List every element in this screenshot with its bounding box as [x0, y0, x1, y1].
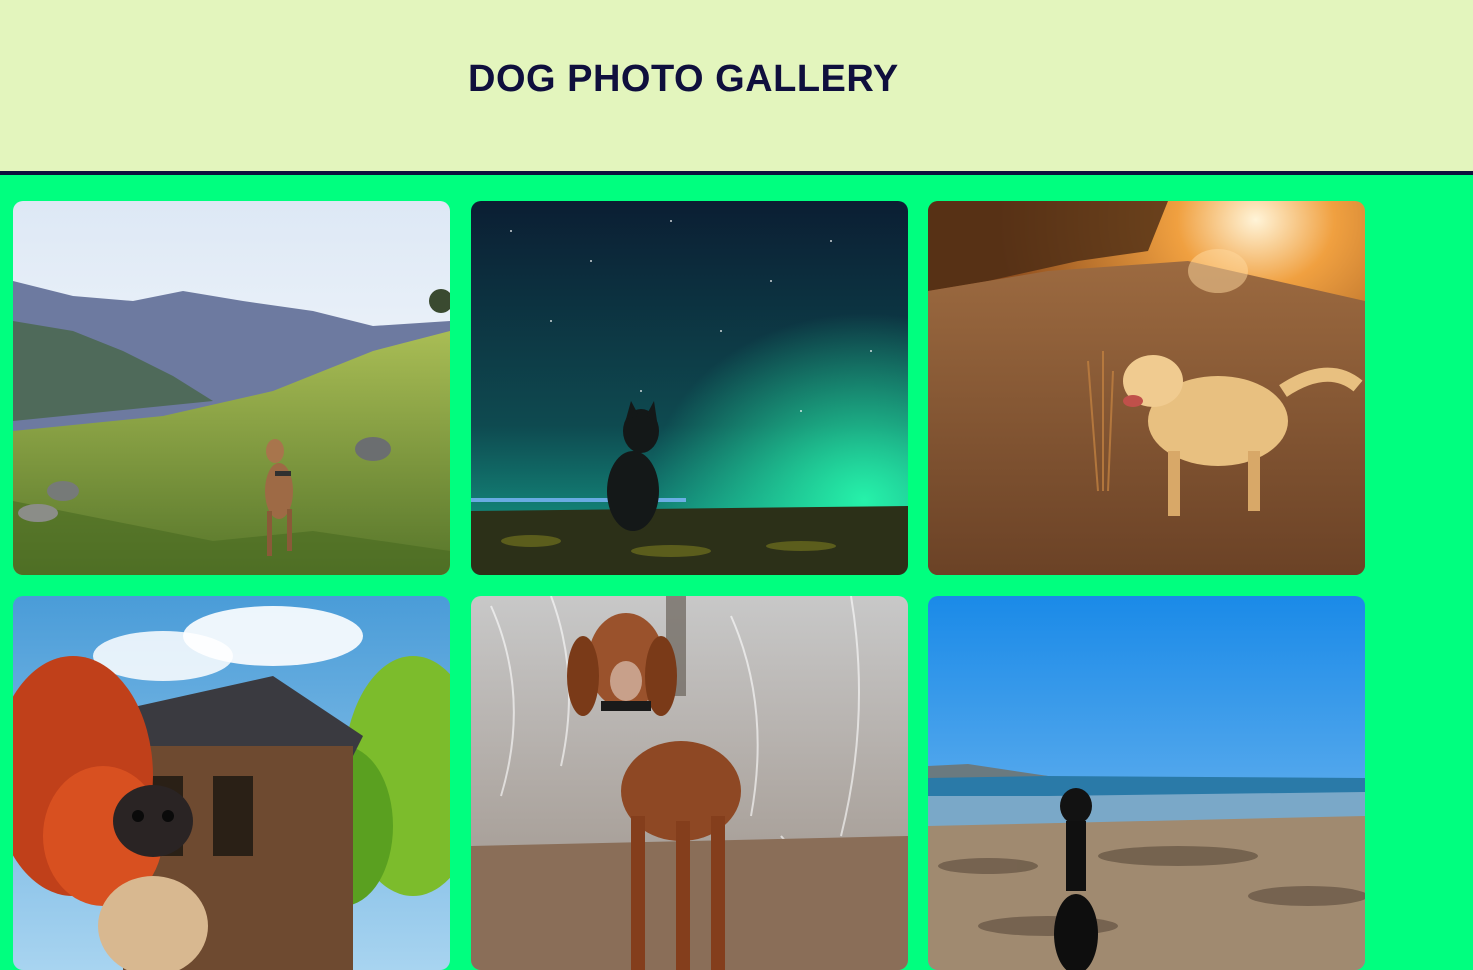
night-sky-image — [471, 201, 908, 575]
dog-beach-image — [928, 596, 1365, 970]
page-header: DOG PHOTO GALLERY — [0, 0, 1473, 175]
mountain-meadow-image — [13, 201, 450, 575]
golden-retriever-image — [928, 201, 1365, 575]
pug-temple-image — [13, 596, 450, 970]
photo-vizsla-frost[interactable] — [471, 596, 908, 970]
page-title: DOG PHOTO GALLERY — [468, 58, 899, 100]
photo-dog-mountain-meadow[interactable] — [13, 201, 450, 575]
photo-pug-temple[interactable] — [13, 596, 450, 970]
vizsla-frost-image — [471, 596, 908, 970]
photo-dog-beach[interactable] — [928, 596, 1365, 970]
photo-dog-night-sky[interactable] — [471, 201, 908, 575]
photo-gallery — [0, 175, 1473, 970]
photo-golden-retriever-sunset[interactable] — [928, 201, 1365, 575]
